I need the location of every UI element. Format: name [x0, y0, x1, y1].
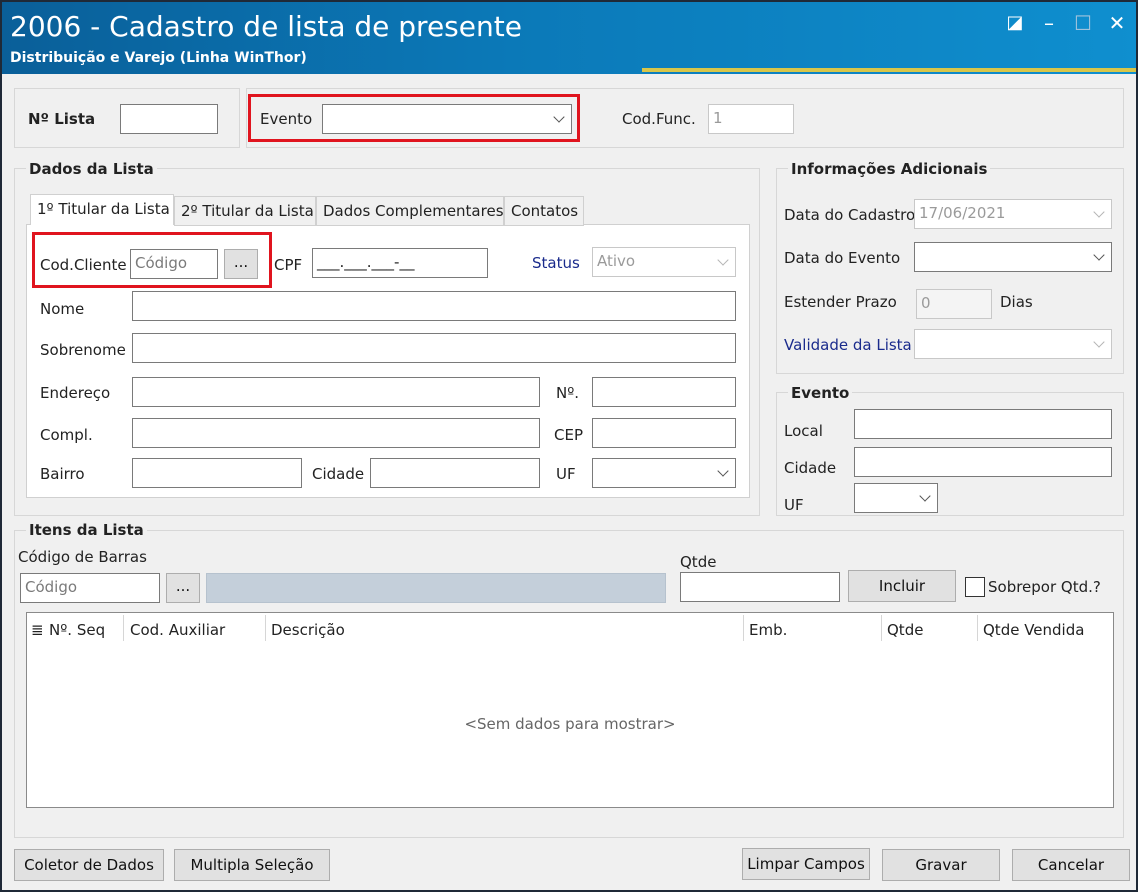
data-cadastro-label: Data do Cadastro: [784, 206, 916, 224]
column-divider: [977, 615, 978, 641]
codigo-barras-label: Código de Barras: [18, 548, 147, 566]
application-window: 2006 - Cadastro de lista de presente Dis…: [0, 0, 1138, 892]
tab-contatos[interactable]: Contatos: [504, 196, 584, 226]
tab-primeiro-titular[interactable]: 1º Titular da Lista: [30, 194, 174, 225]
cep-label: CEP: [554, 426, 583, 444]
col-header-qtde[interactable]: Qtde: [887, 621, 923, 639]
gravar-button[interactable]: Gravar: [882, 849, 1000, 881]
chevron-down-icon: [717, 465, 729, 477]
bairro-label: Bairro: [40, 465, 85, 483]
local-input[interactable]: [854, 409, 1112, 439]
numero-label: Nº.: [556, 384, 580, 402]
sobrenome-input[interactable]: [132, 333, 736, 363]
codigo-barras-input[interactable]: Código: [20, 573, 160, 603]
window-title: 2006 - Cadastro de lista de presente: [10, 10, 522, 43]
codfunc-label: Cod.Func.: [622, 110, 696, 128]
sobrepor-checkbox[interactable]: [965, 577, 985, 597]
data-evento-label: Data do Evento: [784, 249, 901, 267]
cpf-input[interactable]: ___.___.___-__: [312, 248, 488, 278]
col-header-descricao[interactable]: Descrição: [271, 621, 345, 639]
codigo-barras-lookup-button[interactable]: ...: [166, 573, 200, 603]
incluir-button[interactable]: Incluir: [848, 570, 956, 602]
col-header-cod-auxiliar[interactable]: Cod. Auxiliar: [130, 621, 225, 639]
cancelar-button[interactable]: Cancelar: [1012, 849, 1130, 881]
qtde-label: Qtde: [680, 553, 717, 571]
column-chooser-icon[interactable]: ≣: [31, 621, 44, 639]
codfunc-input: 1: [708, 104, 794, 134]
numero-input[interactable]: [592, 377, 736, 407]
status-select-value: Ativo: [597, 252, 636, 270]
dados-lista-title: Dados da Lista: [26, 160, 157, 178]
status-select: Ativo: [592, 247, 736, 277]
nome-input[interactable]: [132, 291, 736, 321]
chevron-down-icon: [1093, 206, 1105, 218]
minimize-icon[interactable]: –: [1036, 10, 1062, 36]
lista-label: Nº Lista: [28, 110, 96, 128]
validade-label: Validade da Lista: [784, 336, 912, 354]
maximize-icon[interactable]: ☐: [1070, 10, 1096, 36]
evento-group-title: Evento: [788, 384, 853, 402]
column-divider: [123, 615, 124, 641]
evento-highlight-box: [248, 94, 580, 142]
limpar-campos-button[interactable]: Limpar Campos: [742, 848, 870, 880]
data-evento-picker[interactable]: [914, 242, 1112, 272]
estender-prazo-input: 0: [916, 289, 992, 319]
evento-cidade-input[interactable]: [854, 447, 1112, 477]
title-bar: 2006 - Cadastro de lista de presente Dis…: [2, 2, 1136, 74]
multipla-selecao-button[interactable]: Multipla Seleção: [174, 849, 330, 881]
restore-icon[interactable]: ◪: [1002, 10, 1028, 36]
uf-label: UF: [556, 465, 576, 483]
col-header-seq[interactable]: Nº. Seq: [49, 621, 105, 639]
uf-select[interactable]: [592, 458, 736, 488]
sobrepor-label: Sobrepor Qtd.?: [988, 578, 1101, 596]
info-adicionais-title: Informações Adicionais: [788, 160, 991, 178]
evento-uf-label: UF: [784, 496, 804, 514]
chevron-down-icon: [919, 490, 931, 502]
chevron-down-icon: [1093, 249, 1105, 261]
chevron-down-icon: [1093, 336, 1105, 348]
col-header-qtde-vendida[interactable]: Qtde Vendida: [983, 621, 1084, 639]
evento-cidade-label: Cidade: [784, 459, 837, 477]
close-icon[interactable]: ✕: [1104, 10, 1130, 36]
title-accent-line: [642, 68, 1136, 72]
data-cadastro-value: 17/06/2021: [919, 204, 1006, 222]
validade-picker: [914, 329, 1112, 359]
cpf-label: CPF: [274, 256, 303, 274]
qtde-input[interactable]: [680, 572, 840, 602]
chevron-down-icon: [717, 254, 729, 266]
compl-input[interactable]: [132, 418, 540, 448]
grid-empty-message: <Sem dados para mostrar>: [464, 715, 676, 733]
column-divider: [881, 615, 882, 641]
cidade-label: Cidade: [312, 465, 365, 483]
endereco-input[interactable]: [132, 377, 540, 407]
itens-lista-title: Itens da Lista: [26, 521, 147, 539]
column-divider: [265, 615, 266, 641]
sobrenome-label: Sobrenome: [40, 341, 126, 359]
window-subtitle: Distribuição e Varejo (Linha WinThor): [10, 50, 307, 66]
nome-label: Nome: [40, 300, 85, 318]
cep-input[interactable]: [592, 418, 736, 448]
column-divider: [743, 615, 744, 641]
evento-uf-select[interactable]: [854, 483, 938, 513]
itens-grid[interactable]: ≣ Nº. Seq Cod. Auxiliar Descrição Emb. Q…: [26, 612, 1114, 808]
produto-descricao-field: [206, 573, 666, 603]
endereco-label: Endereço: [40, 384, 111, 402]
dias-label: Dias: [1000, 293, 1033, 311]
status-label: Status: [532, 254, 580, 272]
data-cadastro-picker: 17/06/2021: [914, 199, 1112, 229]
cod-cliente-highlight-box: [32, 232, 272, 288]
compl-label: Compl.: [40, 426, 93, 444]
tab-segundo-titular[interactable]: 2º Titular da Lista: [174, 196, 316, 226]
bairro-input[interactable]: [132, 458, 302, 488]
estender-prazo-label: Estender Prazo: [784, 293, 897, 311]
cidade-input[interactable]: [370, 458, 540, 488]
local-label: Local: [784, 422, 823, 440]
col-header-emb[interactable]: Emb.: [749, 621, 787, 639]
tab-dados-complementares[interactable]: Dados Complementares: [316, 196, 504, 226]
lista-input[interactable]: [120, 104, 218, 134]
coletor-dados-button[interactable]: Coletor de Dados: [14, 849, 164, 881]
